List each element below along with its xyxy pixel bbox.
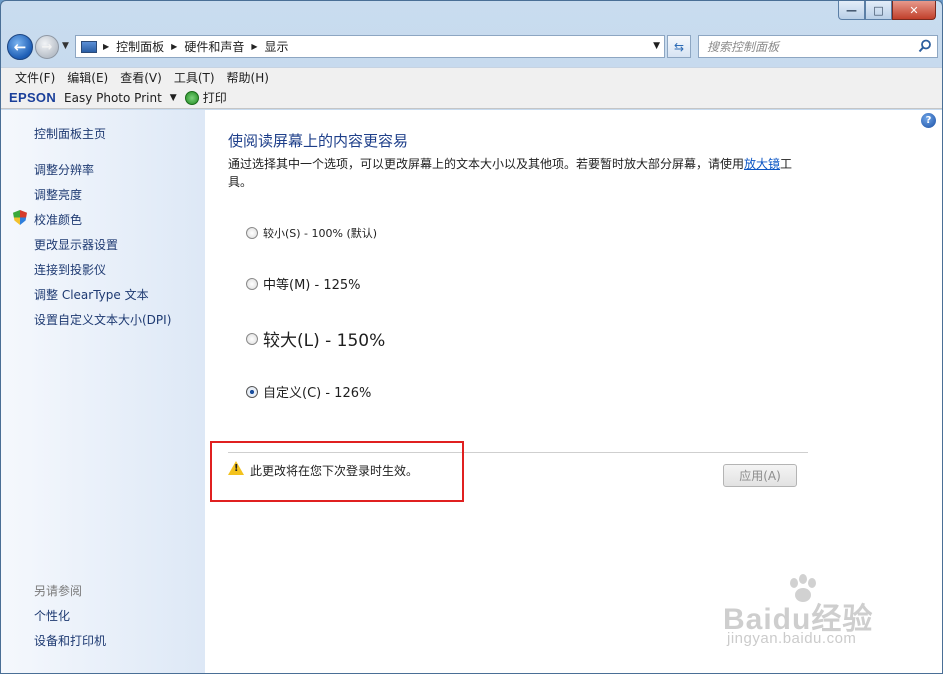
- sidebar-item-display-settings[interactable]: 更改显示器设置: [34, 236, 118, 253]
- menu-file[interactable]: 文件(F): [9, 69, 61, 86]
- option-smaller-label: 较小(S) - 100% (默认): [263, 227, 378, 240]
- menu-help[interactable]: 帮助(H): [221, 69, 275, 86]
- radio-medium[interactable]: [246, 277, 258, 290]
- option-larger-label: 较大(L) - 150%: [263, 331, 386, 351]
- apply-button[interactable]: 应用(A): [723, 464, 797, 487]
- maximize-button[interactable]: □: [865, 1, 892, 20]
- sidebar-item-projector[interactable]: 连接到投影仪: [34, 261, 106, 278]
- recent-pages-dropdown-icon[interactable]: ▼: [62, 41, 69, 51]
- breadcrumb-display[interactable]: 显示: [265, 38, 289, 55]
- search-icon[interactable]: [918, 39, 932, 53]
- sidebar-item-personalization[interactable]: 个性化: [34, 607, 70, 624]
- close-button[interactable]: ✕: [892, 1, 936, 20]
- menu-bar: 文件(F) 编辑(E) 查看(V) 工具(T) 帮助(H): [1, 67, 942, 87]
- sidebar: 控制面板主页 调整分辨率 调整亮度 校准颜色 更改显示器设置 连接到投影仪 调整…: [1, 110, 205, 673]
- search-placeholder: 搜索控制面板: [707, 40, 780, 54]
- sidebar-item-brightness[interactable]: 调整亮度: [34, 186, 82, 203]
- warning-message: 此更改将在您下次登录时生效。: [250, 464, 419, 478]
- sidebar-item-resolution[interactable]: 调整分辨率: [34, 161, 94, 178]
- breadcrumb-chevron-icon[interactable]: ▶: [251, 42, 257, 51]
- option-custom[interactable]: 自定义(C) - 126%: [246, 382, 371, 401]
- chevron-down-icon[interactable]: ▼: [170, 93, 177, 103]
- watermark-url: jingyan.baidu.com: [727, 630, 857, 647]
- page-title: 使阅读屏幕上的内容更容易: [228, 132, 409, 150]
- sidebar-item-home[interactable]: 控制面板主页: [34, 125, 106, 142]
- menu-tools[interactable]: 工具(T): [168, 69, 221, 86]
- magnifier-link[interactable]: 放大镜: [744, 157, 780, 171]
- baidu-watermark: Baidu经验 jingyan.baidu.com: [723, 574, 919, 654]
- option-medium[interactable]: 中等(M) - 125%: [246, 274, 360, 293]
- print-icon[interactable]: [184, 90, 199, 105]
- minimize-button[interactable]: —: [838, 1, 865, 20]
- navigation-bar: ← → ▼ ▶ 控制面板 ▶ 硬件和声音 ▶ 显示 ▼ ⇆ 搜索控制面板: [1, 31, 942, 63]
- breadcrumb-chevron-icon[interactable]: ▶: [103, 42, 109, 51]
- option-smaller[interactable]: 较小(S) - 100% (默认): [246, 225, 377, 241]
- sidebar-item-custom-dpi[interactable]: 设置自定义文本大小(DPI): [34, 311, 171, 328]
- radio-larger[interactable]: [246, 332, 258, 345]
- see-also-heading: 另请参阅: [34, 584, 83, 598]
- option-medium-label: 中等(M) - 125%: [263, 278, 361, 293]
- title-bar: — □ ✕: [1, 1, 942, 29]
- sidebar-item-cleartype[interactable]: 调整 ClearType 文本: [34, 286, 149, 303]
- sidebar-item-calibrate-color[interactable]: 校准颜色: [34, 211, 82, 228]
- option-larger[interactable]: 较大(L) - 150%: [246, 326, 385, 351]
- epson-logo: EPSON: [9, 90, 57, 105]
- help-icon[interactable]: ?: [921, 113, 936, 128]
- page-description: 通过选择其中一个选项，可以更改屏幕上的文本大小以及其他项。若要暂时放大部分屏幕，…: [228, 157, 793, 189]
- sidebar-item-devices-printers[interactable]: 设备和打印机: [34, 632, 106, 649]
- refresh-button[interactable]: ⇆: [667, 35, 691, 58]
- control-panel-window: — □ ✕ ← → ▼ ▶ 控制面板 ▶ 硬件和声音 ▶ 显示 ▼ ⇆ 搜索控制…: [0, 0, 943, 674]
- menu-view[interactable]: 查看(V): [114, 69, 168, 86]
- warning-icon: [228, 461, 244, 475]
- address-dropdown-icon[interactable]: ▼: [653, 41, 660, 51]
- radio-smaller[interactable]: [246, 227, 258, 239]
- easy-photo-print-button[interactable]: Easy Photo Print: [64, 91, 162, 105]
- radio-custom[interactable]: [246, 385, 258, 398]
- menu-edit[interactable]: 编辑(E): [61, 69, 114, 86]
- breadcrumb-hardware-sound[interactable]: 硬件和声音: [184, 38, 244, 55]
- breadcrumb-chevron-icon[interactable]: ▶: [171, 42, 177, 51]
- option-custom-label: 自定义(C) - 126%: [263, 386, 372, 401]
- epson-toolbar: EPSON Easy Photo Print ▼ 打印: [1, 87, 942, 109]
- breadcrumb-control-panel[interactable]: 控制面板: [116, 38, 164, 55]
- control-panel-icon: [81, 40, 97, 53]
- print-button[interactable]: 打印: [203, 89, 227, 106]
- forward-button[interactable]: →: [35, 35, 59, 59]
- shield-icon: [13, 210, 27, 225]
- address-bar[interactable]: ▶ 控制面板 ▶ 硬件和声音 ▶ 显示 ▼: [75, 35, 665, 58]
- window-controls: — □ ✕: [838, 1, 936, 20]
- back-button[interactable]: ←: [7, 34, 33, 60]
- search-input[interactable]: 搜索控制面板: [698, 35, 938, 58]
